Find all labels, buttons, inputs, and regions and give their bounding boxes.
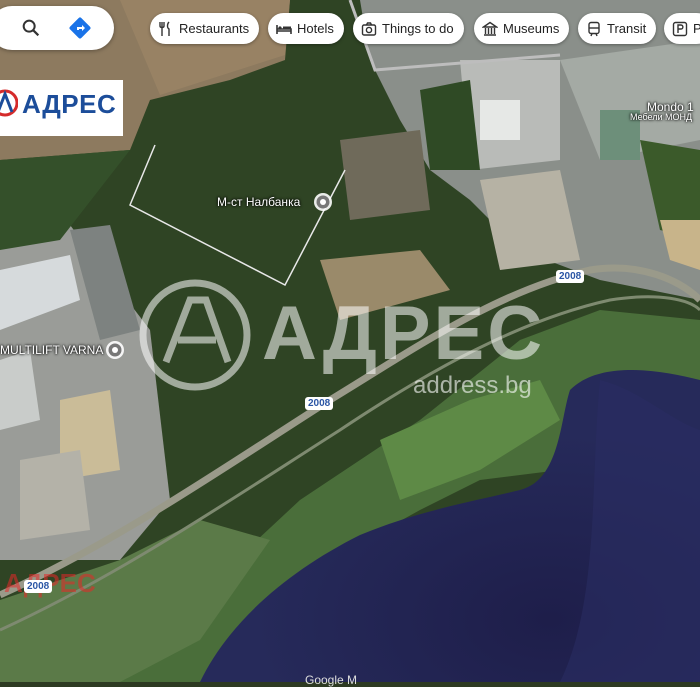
parking-icon <box>672 21 688 36</box>
place-pin-icon[interactable] <box>313 192 333 212</box>
map-attribution: Google M <box>305 673 358 687</box>
chip-hotels[interactable]: Hotels <box>268 13 344 44</box>
museum-icon <box>482 21 498 36</box>
directions-icon[interactable] <box>68 16 92 40</box>
camera-icon <box>361 21 377 36</box>
restaurant-icon <box>159 21 170 36</box>
search-icon[interactable] <box>20 17 42 39</box>
road-number: 2008 <box>308 398 331 409</box>
chip-transit[interactable]: Transit <box>578 13 657 44</box>
chip-museums[interactable]: Museums <box>474 13 570 44</box>
chip-label: Transit <box>607 21 647 36</box>
road-shield: 2008 <box>24 580 53 593</box>
logo-text: АДРЕС <box>22 89 117 119</box>
chip-label: Restaurants <box>179 21 250 36</box>
watermark-text: АДРЕС <box>262 291 546 376</box>
road-number: 2008 <box>27 581 50 592</box>
chip-parking[interactable]: P <box>664 13 700 44</box>
chip-label: P <box>693 21 700 36</box>
chip-label: Museums <box>503 21 560 36</box>
place-label-mondo-sub[interactable]: Мебели МОНД <box>630 112 692 122</box>
chip-label: Hotels <box>297 21 334 36</box>
transit-icon <box>588 21 600 36</box>
logo-icon <box>0 89 18 117</box>
road-shield: 2008 <box>556 270 585 283</box>
place-label-nalbanka[interactable]: М-ст Налбанка <box>217 195 300 209</box>
road-shield: 2008 <box>305 397 334 410</box>
search-box[interactable] <box>0 6 114 50</box>
place-pin-icon[interactable] <box>105 340 125 360</box>
chip-things-to-do[interactable]: Things to do <box>353 13 464 44</box>
chip-label: Things to do <box>382 21 454 36</box>
watermark-url: address.bg <box>413 372 532 399</box>
road-number: 2008 <box>559 271 582 282</box>
place-label-multilift[interactable]: MULTILIFT VARNA <box>0 343 103 357</box>
agency-logo: АДРЕС <box>0 80 123 136</box>
chip-restaurants[interactable]: Restaurants <box>150 13 260 44</box>
hotel-icon <box>276 24 292 34</box>
